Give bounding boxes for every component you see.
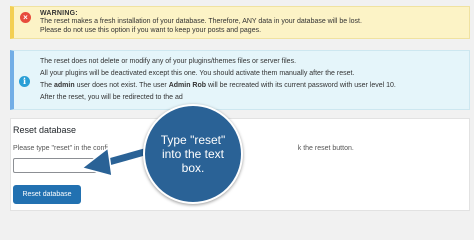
reset-prompt-end: k the reset button. — [297, 145, 354, 152]
warning-text-line-1: The reset makes a fresh installation of … — [40, 18, 362, 25]
info-notice: i The reset does not delete or modify an… — [10, 50, 470, 110]
warning-notice: × WARNING: The reset makes a fresh insta… — [10, 6, 470, 39]
warning-title: WARNING: — [40, 10, 78, 17]
info-line-3-admin: admin — [54, 82, 75, 89]
info-text-line-1: The reset does not delete or modify any … — [40, 58, 297, 65]
info-text-line-2: All your plugins will be deactivated exc… — [40, 70, 355, 77]
info-text-line-4: After the reset, you will be redirected … — [40, 94, 183, 101]
callout-bubble: Type "reset" into the text box. — [143, 104, 243, 204]
callout-text: Type "reset" into the text box. — [160, 133, 226, 175]
info-icon: i — [19, 76, 30, 87]
close-icon: × — [20, 12, 31, 23]
info-line-3-mid: user does not exist. The user — [74, 82, 169, 89]
info-text-line-3: The admin user does not exist. The user … — [40, 82, 396, 89]
info-line-3-post: will be recreated with its current passw… — [206, 82, 396, 89]
reset-confirm-input[interactable] — [13, 158, 97, 173]
reset-prompt-start: Please type "reset" in the confi — [13, 145, 108, 152]
info-line-3-user: Admin Rob — [168, 82, 207, 89]
info-line-3-pre: The — [40, 82, 55, 89]
warning-text-line-2: Please do not use this option if you wan… — [40, 27, 262, 34]
reset-database-button[interactable]: Reset database — [13, 185, 81, 204]
reset-section-title: Reset database — [13, 125, 77, 135]
